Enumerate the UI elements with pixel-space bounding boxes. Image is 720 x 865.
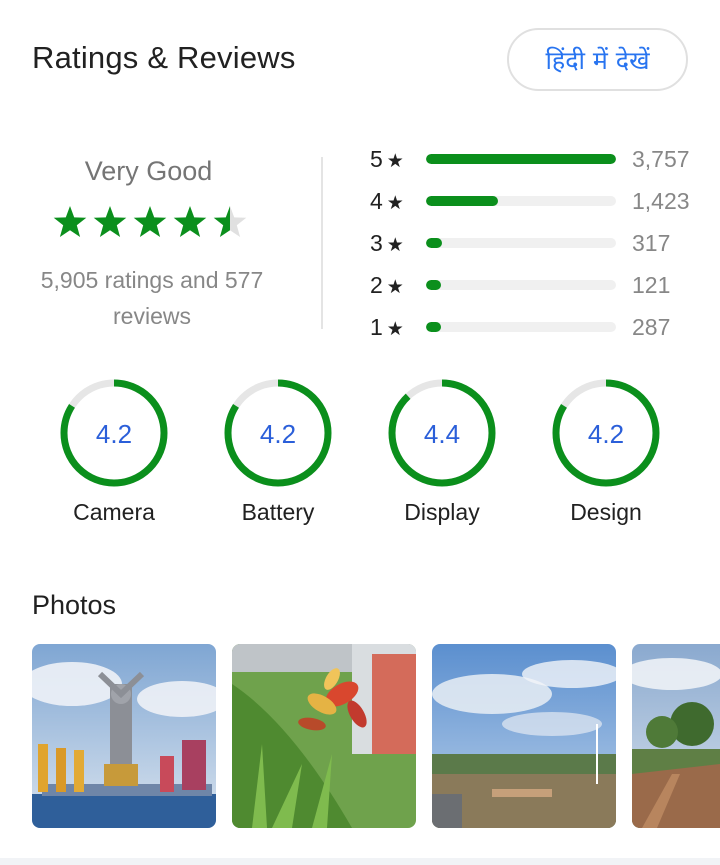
distribution-bar-track	[426, 280, 616, 290]
star-icon: ★	[386, 151, 404, 172]
star-count-label: 4	[370, 188, 383, 214]
distribution-row-5[interactable]: 5 ★ 3,757	[370, 142, 710, 176]
aspect-name: Battery	[241, 499, 315, 525]
distribution-count: 287	[632, 314, 671, 340]
distribution-bar-track	[426, 238, 616, 248]
star-icon	[53, 206, 87, 237]
photo-image	[232, 644, 416, 828]
distribution-count: 3,757	[632, 146, 690, 172]
section-title: Ratings & Reviews	[32, 40, 296, 75]
distribution-row-4[interactable]: 4 ★ 1,423	[370, 184, 710, 218]
rating-distribution: 5 ★ 3,757 4 ★ 1,423 3 ★ 317 2 ★ 121 1 ★ 287	[370, 142, 710, 352]
distribution-row-3[interactable]: 3 ★ 317	[370, 226, 710, 260]
vertical-divider	[321, 157, 323, 329]
distribution-bar-track	[426, 196, 616, 206]
distribution-row-1[interactable]: 1 ★ 287	[370, 310, 710, 344]
ratings-header: Ratings & Reviews हिंदी में देखें	[0, 0, 720, 120]
aspect-value: 4.2	[259, 419, 297, 449]
ratings-reviews-line1: 5,905 ratings and 577	[40, 267, 264, 293]
star-count-label: 1	[370, 314, 383, 340]
star-icon: ★	[386, 193, 404, 214]
ratings-reviews-count: 5,905 ratings and 577 reviews	[20, 262, 284, 334]
half-star-icon	[213, 206, 247, 237]
distribution-bar-fill	[426, 196, 499, 206]
star-count-label: 5	[370, 146, 383, 172]
distribution-count: 317	[632, 230, 671, 256]
aspect-value: 4.2	[587, 419, 625, 449]
aspect-display[interactable]: 4.4 Display	[360, 378, 524, 538]
rating-word: Very Good	[84, 156, 213, 186]
aspect-name: Camera	[73, 499, 155, 525]
star-icon: ★	[386, 235, 404, 256]
section-bottom-divider	[0, 858, 720, 865]
star-icon: ★	[386, 277, 404, 298]
photo-grass-plant[interactable]	[232, 644, 416, 828]
distribution-bar-fill	[426, 322, 442, 332]
distribution-count: 1,423	[632, 188, 690, 214]
distribution-row-2[interactable]: 2 ★ 121	[370, 268, 710, 302]
rating-summary: Very Good 5,905 ratings and 577 reviews	[0, 150, 322, 340]
star-count-label: 2	[370, 272, 383, 298]
star-count-label: 3	[370, 230, 383, 256]
distribution-count: 121	[632, 272, 671, 298]
aspect-camera[interactable]: 4.2 Camera	[32, 378, 196, 538]
aspect-value: 4.2	[95, 419, 133, 449]
photo-image	[632, 644, 720, 828]
photo-statue[interactable]	[32, 644, 216, 828]
distribution-label: 4 ★	[370, 184, 412, 221]
aspect-name: Display	[404, 499, 480, 525]
distribution-bar-fill	[426, 280, 442, 290]
aspect-battery[interactable]: 4.2 Battery	[196, 378, 360, 538]
aspect-ratings: 4.2 Camera 4.2 Battery 4.4 Display 4.2 D…	[0, 378, 720, 538]
aspect-value: 4.4	[423, 419, 461, 449]
distribution-bar-fill	[426, 154, 616, 164]
ratings-reviews-line2: reviews	[113, 303, 191, 329]
star-icon	[133, 206, 167, 237]
star-icon: ★	[386, 319, 404, 340]
distribution-bar-track	[426, 154, 616, 164]
distribution-label: 3 ★	[370, 226, 412, 263]
distribution-bar-track	[426, 322, 616, 332]
star-icon	[173, 206, 207, 237]
distribution-bar-fill	[426, 238, 442, 248]
view-in-hindi-button[interactable]: हिंदी में देखें	[507, 28, 688, 91]
photo-image	[432, 644, 616, 828]
star-rating	[53, 206, 247, 237]
aspect-name: Design	[570, 499, 642, 525]
photo-farm-trees[interactable]	[632, 644, 720, 828]
star-icon	[93, 206, 127, 237]
photos-title: Photos	[32, 590, 117, 620]
photo-sky-field[interactable]	[432, 644, 616, 828]
distribution-label: 1 ★	[370, 310, 412, 347]
distribution-label: 5 ★	[370, 142, 412, 179]
photo-image	[32, 644, 216, 828]
aspect-design[interactable]: 4.2 Design	[524, 378, 688, 538]
distribution-label: 2 ★	[370, 268, 412, 305]
